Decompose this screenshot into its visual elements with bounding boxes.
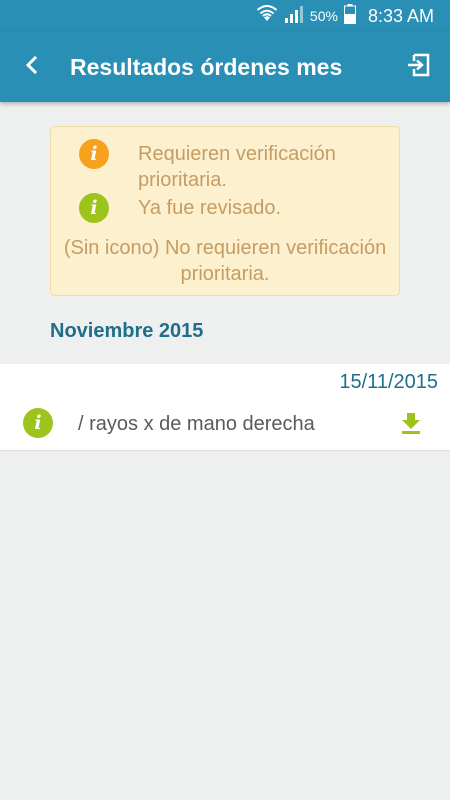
legend-no-icon-text: (Sin icono) No requieren verificación pr…: [63, 237, 387, 285]
back-button[interactable]: [18, 52, 46, 82]
page-title: Resultados órdenes mes: [70, 54, 343, 80]
signal-icon: [284, 5, 304, 28]
exit-icon: [406, 52, 432, 83]
exit-button[interactable]: [404, 52, 434, 82]
info-icon: i: [79, 193, 109, 223]
list-item[interactable]: 15/11/2015 i / rayos x de mano derecha: [0, 364, 450, 451]
clock: 8:33 AM: [367, 5, 434, 26]
download-icon: [399, 413, 423, 439]
status-bar: 50% 8:33 AM: [0, 0, 450, 32]
result-date: 15/11/2015: [339, 371, 438, 393]
result-name: / rayos x de mano derecha: [78, 413, 315, 435]
wifi-icon: [256, 4, 278, 28]
download-button[interactable]: [399, 411, 423, 435]
chevron-left-icon: [25, 55, 39, 80]
month-heading: Noviembre 2015: [50, 320, 204, 342]
app-bar: Resultados órdenes mes: [0, 32, 450, 102]
legend-text: Ya fue revisado.: [138, 197, 282, 219]
info-icon: i: [79, 139, 109, 169]
battery-percent: 50%: [309, 8, 338, 24]
legend-text: Requieren verificación prioritaria.: [138, 143, 336, 191]
info-icon: i: [23, 408, 53, 438]
battery-icon: [343, 3, 356, 29]
legend-box: i Requieren verificación prioritaria. i …: [50, 126, 400, 296]
